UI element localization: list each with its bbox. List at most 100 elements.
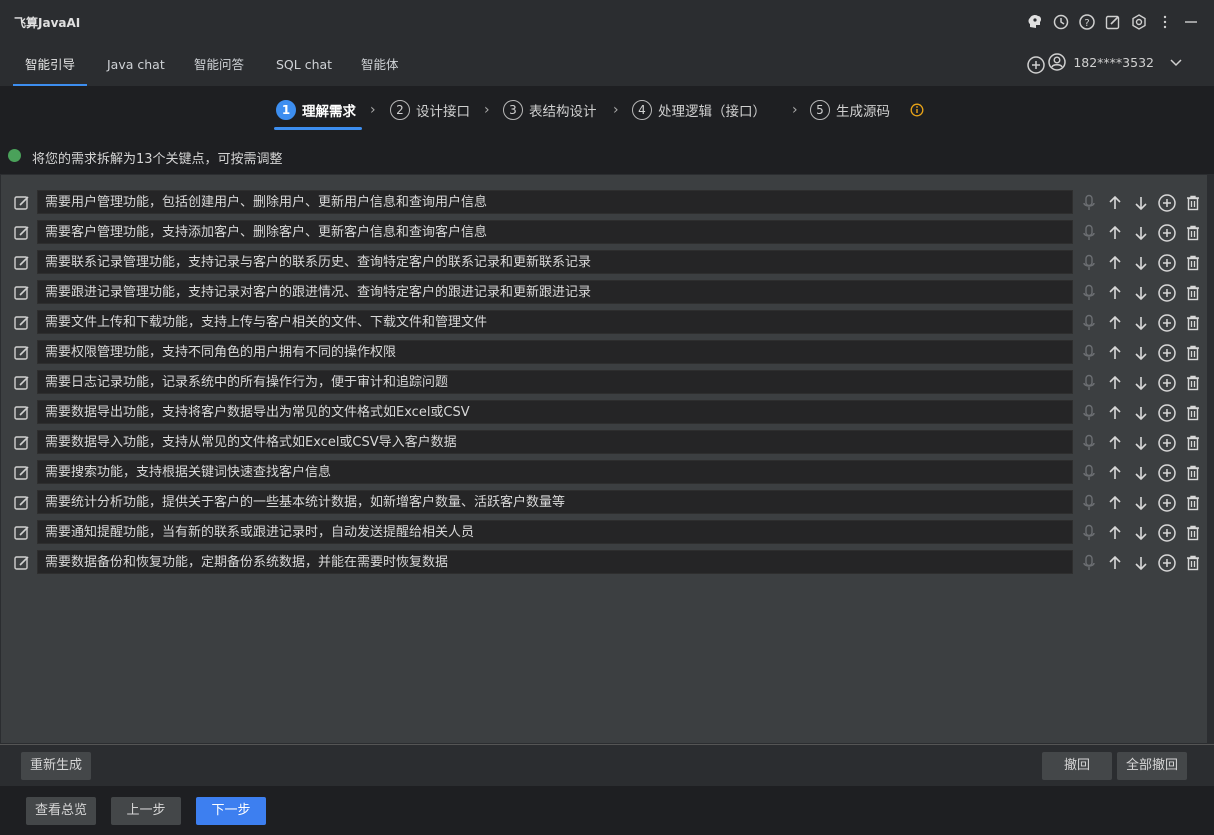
minimize-icon[interactable] — [1180, 10, 1202, 34]
requirement-input[interactable]: 需要数据备份和恢复功能，定期备份系统数据，并能在需要时恢复数据 — [37, 550, 1073, 574]
edit-icon[interactable] — [13, 494, 31, 516]
delete-icon[interactable] — [1183, 372, 1203, 394]
edit-icon[interactable] — [13, 224, 31, 246]
edit-icon[interactable] — [13, 314, 31, 336]
add-item-icon[interactable] — [1157, 522, 1177, 544]
move-down-icon[interactable] — [1131, 342, 1151, 364]
move-up-icon[interactable] — [1105, 552, 1125, 574]
move-down-icon[interactable] — [1131, 402, 1151, 424]
move-up-icon[interactable] — [1105, 492, 1125, 514]
undo-button[interactable]: 撤回 — [1042, 752, 1112, 780]
requirement-input[interactable]: 需要数据导入功能，支持从常见的文件格式如Excel或CSV导入客户数据 — [37, 430, 1073, 454]
add-item-icon[interactable] — [1157, 252, 1177, 274]
step-generate-source[interactable]: 5 生成源码 — [810, 96, 890, 124]
tab-sql-chat[interactable]: SQL chat — [264, 44, 344, 84]
microphone-icon[interactable] — [1079, 222, 1099, 244]
move-up-icon[interactable] — [1105, 522, 1125, 544]
add-item-icon[interactable] — [1157, 282, 1177, 304]
move-up-icon[interactable] — [1105, 462, 1125, 484]
delete-icon[interactable] — [1183, 402, 1203, 424]
delete-icon[interactable] — [1183, 312, 1203, 334]
move-up-icon[interactable] — [1105, 282, 1125, 304]
move-down-icon[interactable] — [1131, 252, 1151, 274]
microphone-icon[interactable] — [1079, 402, 1099, 424]
edit-icon[interactable] — [13, 464, 31, 486]
move-up-icon[interactable] — [1105, 372, 1125, 394]
move-down-icon[interactable] — [1131, 522, 1151, 544]
step-understand-requirements[interactable]: 1 理解需求 — [276, 96, 356, 124]
requirement-input[interactable]: 需要搜索功能，支持根据关键词快速查找客户信息 — [37, 460, 1073, 484]
edit-icon[interactable] — [13, 284, 31, 306]
add-item-icon[interactable] — [1157, 222, 1177, 244]
edit-icon[interactable] — [13, 524, 31, 546]
delete-icon[interactable] — [1183, 222, 1203, 244]
tab-agent[interactable]: 智能体 — [349, 44, 411, 84]
requirement-input[interactable]: 需要数据导出功能，支持将客户数据导出为常见的文件格式如Excel或CSV — [37, 400, 1073, 424]
requirement-input[interactable]: 需要用户管理功能，包括创建用户、删除用户、更新用户信息和查询用户信息 — [37, 190, 1073, 214]
move-down-icon[interactable] — [1131, 282, 1151, 304]
history-icon[interactable] — [1050, 10, 1072, 34]
microphone-icon[interactable] — [1079, 342, 1099, 364]
edit-icon[interactable] — [13, 344, 31, 366]
move-up-icon[interactable] — [1105, 342, 1125, 364]
delete-icon[interactable] — [1183, 252, 1203, 274]
move-up-icon[interactable] — [1105, 312, 1125, 334]
requirement-input[interactable]: 需要通知提醒功能，当有新的联系或跟进记录时，自动发送提醒给相关人员 — [37, 520, 1073, 544]
move-down-icon[interactable] — [1131, 492, 1151, 514]
move-down-icon[interactable] — [1131, 462, 1151, 484]
requirement-input[interactable]: 需要日志记录功能，记录系统中的所有操作行为，便于审计和追踪问题 — [37, 370, 1073, 394]
tab-java-chat[interactable]: Java chat — [95, 44, 177, 84]
undo-all-button[interactable]: 全部撤回 — [1117, 752, 1187, 780]
move-down-icon[interactable] — [1131, 432, 1151, 454]
edit-icon[interactable] — [13, 254, 31, 276]
tab-smart-qa[interactable]: 智能问答 — [182, 44, 256, 84]
microphone-icon[interactable] — [1079, 252, 1099, 274]
move-down-icon[interactable] — [1131, 222, 1151, 244]
help-icon[interactable]: ? — [1076, 10, 1098, 34]
move-up-icon[interactable] — [1105, 432, 1125, 454]
delete-icon[interactable] — [1183, 492, 1203, 514]
step-design-api[interactable]: 2 设计接口 — [390, 96, 470, 124]
edit-icon[interactable] — [13, 404, 31, 426]
add-item-icon[interactable] — [1157, 312, 1177, 334]
requirement-input[interactable]: 需要统计分析功能，提供关于客户的一些基本统计数据，如新增客户数量、活跃客户数量等 — [37, 490, 1073, 514]
microphone-icon[interactable] — [1079, 282, 1099, 304]
add-item-icon[interactable] — [1157, 372, 1177, 394]
microphone-icon[interactable] — [1079, 522, 1099, 544]
feedback-edit-icon[interactable] — [1102, 10, 1124, 34]
microphone-icon[interactable] — [1079, 312, 1099, 334]
prev-step-button[interactable]: 上一步 — [111, 797, 181, 825]
delete-icon[interactable] — [1183, 522, 1203, 544]
brain-icon[interactable] — [1024, 10, 1046, 34]
delete-icon[interactable] — [1183, 192, 1203, 214]
requirement-input[interactable]: 需要客户管理功能，支持添加客户、删除客户、更新客户信息和查询客户信息 — [37, 220, 1073, 244]
add-item-icon[interactable] — [1157, 432, 1177, 454]
move-up-icon[interactable] — [1105, 402, 1125, 424]
add-item-icon[interactable] — [1157, 192, 1177, 214]
move-down-icon[interactable] — [1131, 192, 1151, 214]
microphone-icon[interactable] — [1079, 372, 1099, 394]
move-down-icon[interactable] — [1131, 372, 1151, 394]
delete-icon[interactable] — [1183, 432, 1203, 454]
user-menu[interactable]: 182****3532 — [1047, 52, 1184, 72]
edit-icon[interactable] — [13, 194, 31, 216]
delete-icon[interactable] — [1183, 462, 1203, 484]
view-overview-button[interactable]: 查看总览 — [26, 797, 96, 825]
delete-icon[interactable] — [1183, 552, 1203, 574]
more-icon[interactable] — [1154, 10, 1176, 34]
regenerate-button[interactable]: 重新生成 — [21, 752, 91, 780]
move-up-icon[interactable] — [1105, 192, 1125, 214]
next-step-button[interactable]: 下一步 — [196, 797, 266, 825]
move-up-icon[interactable] — [1105, 252, 1125, 274]
edit-icon[interactable] — [13, 554, 31, 576]
tab-smart-guide[interactable]: 智能引导 — [13, 44, 88, 86]
microphone-icon[interactable] — [1079, 432, 1099, 454]
edit-icon[interactable] — [13, 434, 31, 456]
step-table-design[interactable]: 3 表结构设计 — [503, 96, 597, 124]
add-item-icon[interactable] — [1157, 402, 1177, 424]
requirement-input[interactable]: 需要文件上传和下载功能，支持上传与客户相关的文件、下载文件和管理文件 — [37, 310, 1073, 334]
info-icon[interactable] — [910, 103, 924, 121]
microphone-icon[interactable] — [1079, 462, 1099, 484]
settings-icon[interactable] — [1128, 10, 1150, 34]
microphone-icon[interactable] — [1079, 552, 1099, 574]
